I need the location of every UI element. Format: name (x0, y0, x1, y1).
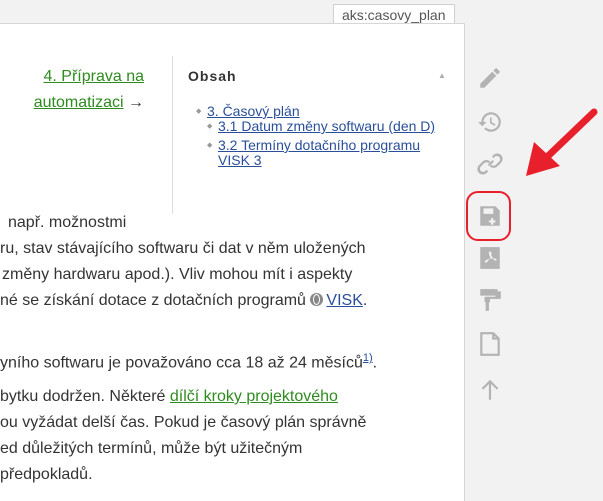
text-line: né se získání dotace z dotačních program… (0, 288, 367, 314)
visk-link[interactable]: VISK (326, 292, 362, 309)
text-line: bytku dodržen. Některé dílčí kroky proje… (0, 384, 366, 410)
export-pdf-button[interactable] (472, 240, 508, 276)
edit-button[interactable] (472, 60, 508, 96)
toc-title: Obsah (188, 68, 237, 84)
backlinks-button[interactable] (472, 146, 508, 182)
table-of-contents: Obsah ▲ 3. Časový plán 3.1 Datum změny s… (172, 56, 459, 214)
text-line: předpokladů. (0, 466, 93, 483)
pdf-icon (480, 247, 500, 269)
globe-icon (310, 293, 324, 306)
paragraph: např. možnostmi ru, stav stávajícího sof… (0, 210, 367, 314)
text-span: . (362, 292, 368, 309)
text-span: yního softwaru je považováno cca 18 až 2… (0, 354, 363, 372)
toc-list: 3. Časový plán 3.1 Datum změny softwaru … (196, 104, 446, 172)
collapse-icon[interactable]: ▲ (438, 71, 446, 80)
text-line: změny hardwaru apod.). Vliv mohou mít i … (2, 266, 353, 283)
text-line: ou vyžádat delší čas. Pokud je časový pl… (0, 414, 367, 431)
text-line: např. možnostmi (8, 214, 127, 231)
text-span: né se získání dotace z dotačních program… (0, 292, 311, 309)
odt-export-button[interactable] (472, 282, 508, 318)
right-arrow-icon: → (128, 94, 144, 111)
toc-link-datum-zmeny[interactable]: 3.1 Datum změny softwaru (den D) (218, 118, 435, 134)
highlight-annotation (466, 191, 511, 241)
paragraph: yního softwaru je považováno cca 18 až 2… (0, 344, 377, 376)
toc-item: 3.1 Datum změny softwaru (den D) (207, 118, 446, 135)
red-arrow-annotation (526, 108, 598, 176)
revisions-button[interactable] (472, 104, 508, 140)
footnote-link[interactable]: 1) (363, 352, 373, 364)
document-icon (480, 332, 500, 356)
toc-link-casovy-plan[interactable]: 3. Časový plán (207, 103, 300, 119)
new-page-button[interactable] (472, 326, 508, 362)
page-content: 4. Příprava na automatizaci → Obsah ▲ 3.… (0, 23, 465, 501)
text-span: bytku dodržen. Některé (0, 388, 170, 405)
edit-icon (480, 68, 500, 88)
next-section-nav: 4. Příprava na automatizaci → (14, 64, 144, 116)
backlinks-icon (477, 153, 503, 175)
toc-link-terminy[interactable]: 3.2 Termíny dotačního programu VISK 3 (218, 137, 420, 168)
paint-roller-icon (480, 289, 501, 311)
back-to-top-button[interactable] (472, 372, 508, 408)
toc-item: 3. Časový plán 3.1 Datum změny softwaru … (196, 104, 446, 168)
text-line: ed důležitých termínů, může být užitečný… (0, 440, 303, 457)
toc-item: 3.2 Termíny dotačního programu VISK 3 (207, 138, 446, 168)
text-line: ru, stav stávajícího softwaru či dat v n… (0, 240, 366, 257)
text-span: . (372, 354, 378, 372)
page-id-tab: aks:casovy_plan (333, 4, 455, 25)
paragraph: bytku dodržen. Některé dílčí kroky proje… (0, 384, 366, 488)
toc-sublist: 3.1 Datum změny softwaru (den D) 3.2 Ter… (207, 119, 446, 168)
arrow-up-icon (481, 379, 499, 400)
project-steps-link[interactable]: dílčí kroky projektového (170, 388, 338, 405)
revisions-icon (478, 112, 501, 132)
